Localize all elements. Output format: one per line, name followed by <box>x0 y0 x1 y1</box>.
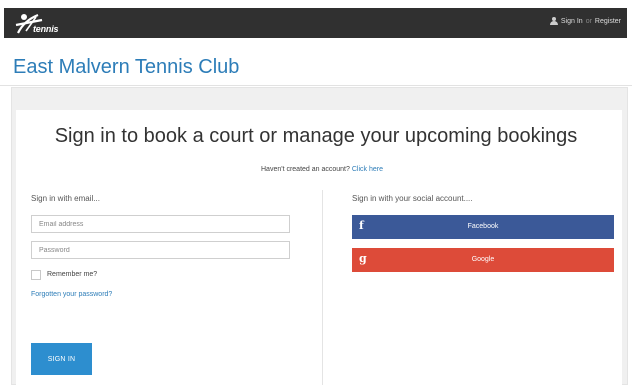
tennis-logo[interactable]: tennis <box>12 11 72 37</box>
user-icon <box>549 17 558 25</box>
column-divider <box>322 190 323 385</box>
user-links: Sign In or Register <box>549 17 621 25</box>
email-field[interactable] <box>31 215 290 233</box>
google-signin-button[interactable]: g Google <box>352 248 614 272</box>
create-account-link[interactable]: Click here <box>352 166 383 173</box>
remember-me-label: Remember me? <box>47 271 98 278</box>
password-field[interactable] <box>31 241 290 259</box>
facebook-signin-button[interactable]: f Facebook <box>352 215 614 239</box>
header-divider <box>0 85 632 86</box>
register-link[interactable]: Register <box>595 18 621 25</box>
no-account-label: Haven't created an account? <box>261 166 350 173</box>
club-name: East Malvern Tennis Club <box>13 56 240 78</box>
forgot-password-link[interactable]: Forgotten your password? <box>31 291 112 298</box>
sign-in-link[interactable]: Sign In <box>561 18 583 25</box>
logo-text: tennis <box>33 24 59 34</box>
page-heading: Sign in to book a court or manage your u… <box>54 125 578 147</box>
no-account-text: Haven't created an account? Click here <box>0 166 632 173</box>
remember-me-checkbox[interactable] <box>31 270 41 280</box>
top-navbar: tennis Sign In or Register <box>4 8 627 38</box>
google-label: Google <box>471 256 495 263</box>
facebook-label: Facebook <box>467 223 499 230</box>
social-signin-label: Sign in with your social account.... <box>352 194 473 203</box>
sign-in-button[interactable]: SIGN IN <box>31 343 92 375</box>
email-signin-label: Sign in with email... <box>31 194 100 203</box>
or-separator: or <box>585 17 592 25</box>
